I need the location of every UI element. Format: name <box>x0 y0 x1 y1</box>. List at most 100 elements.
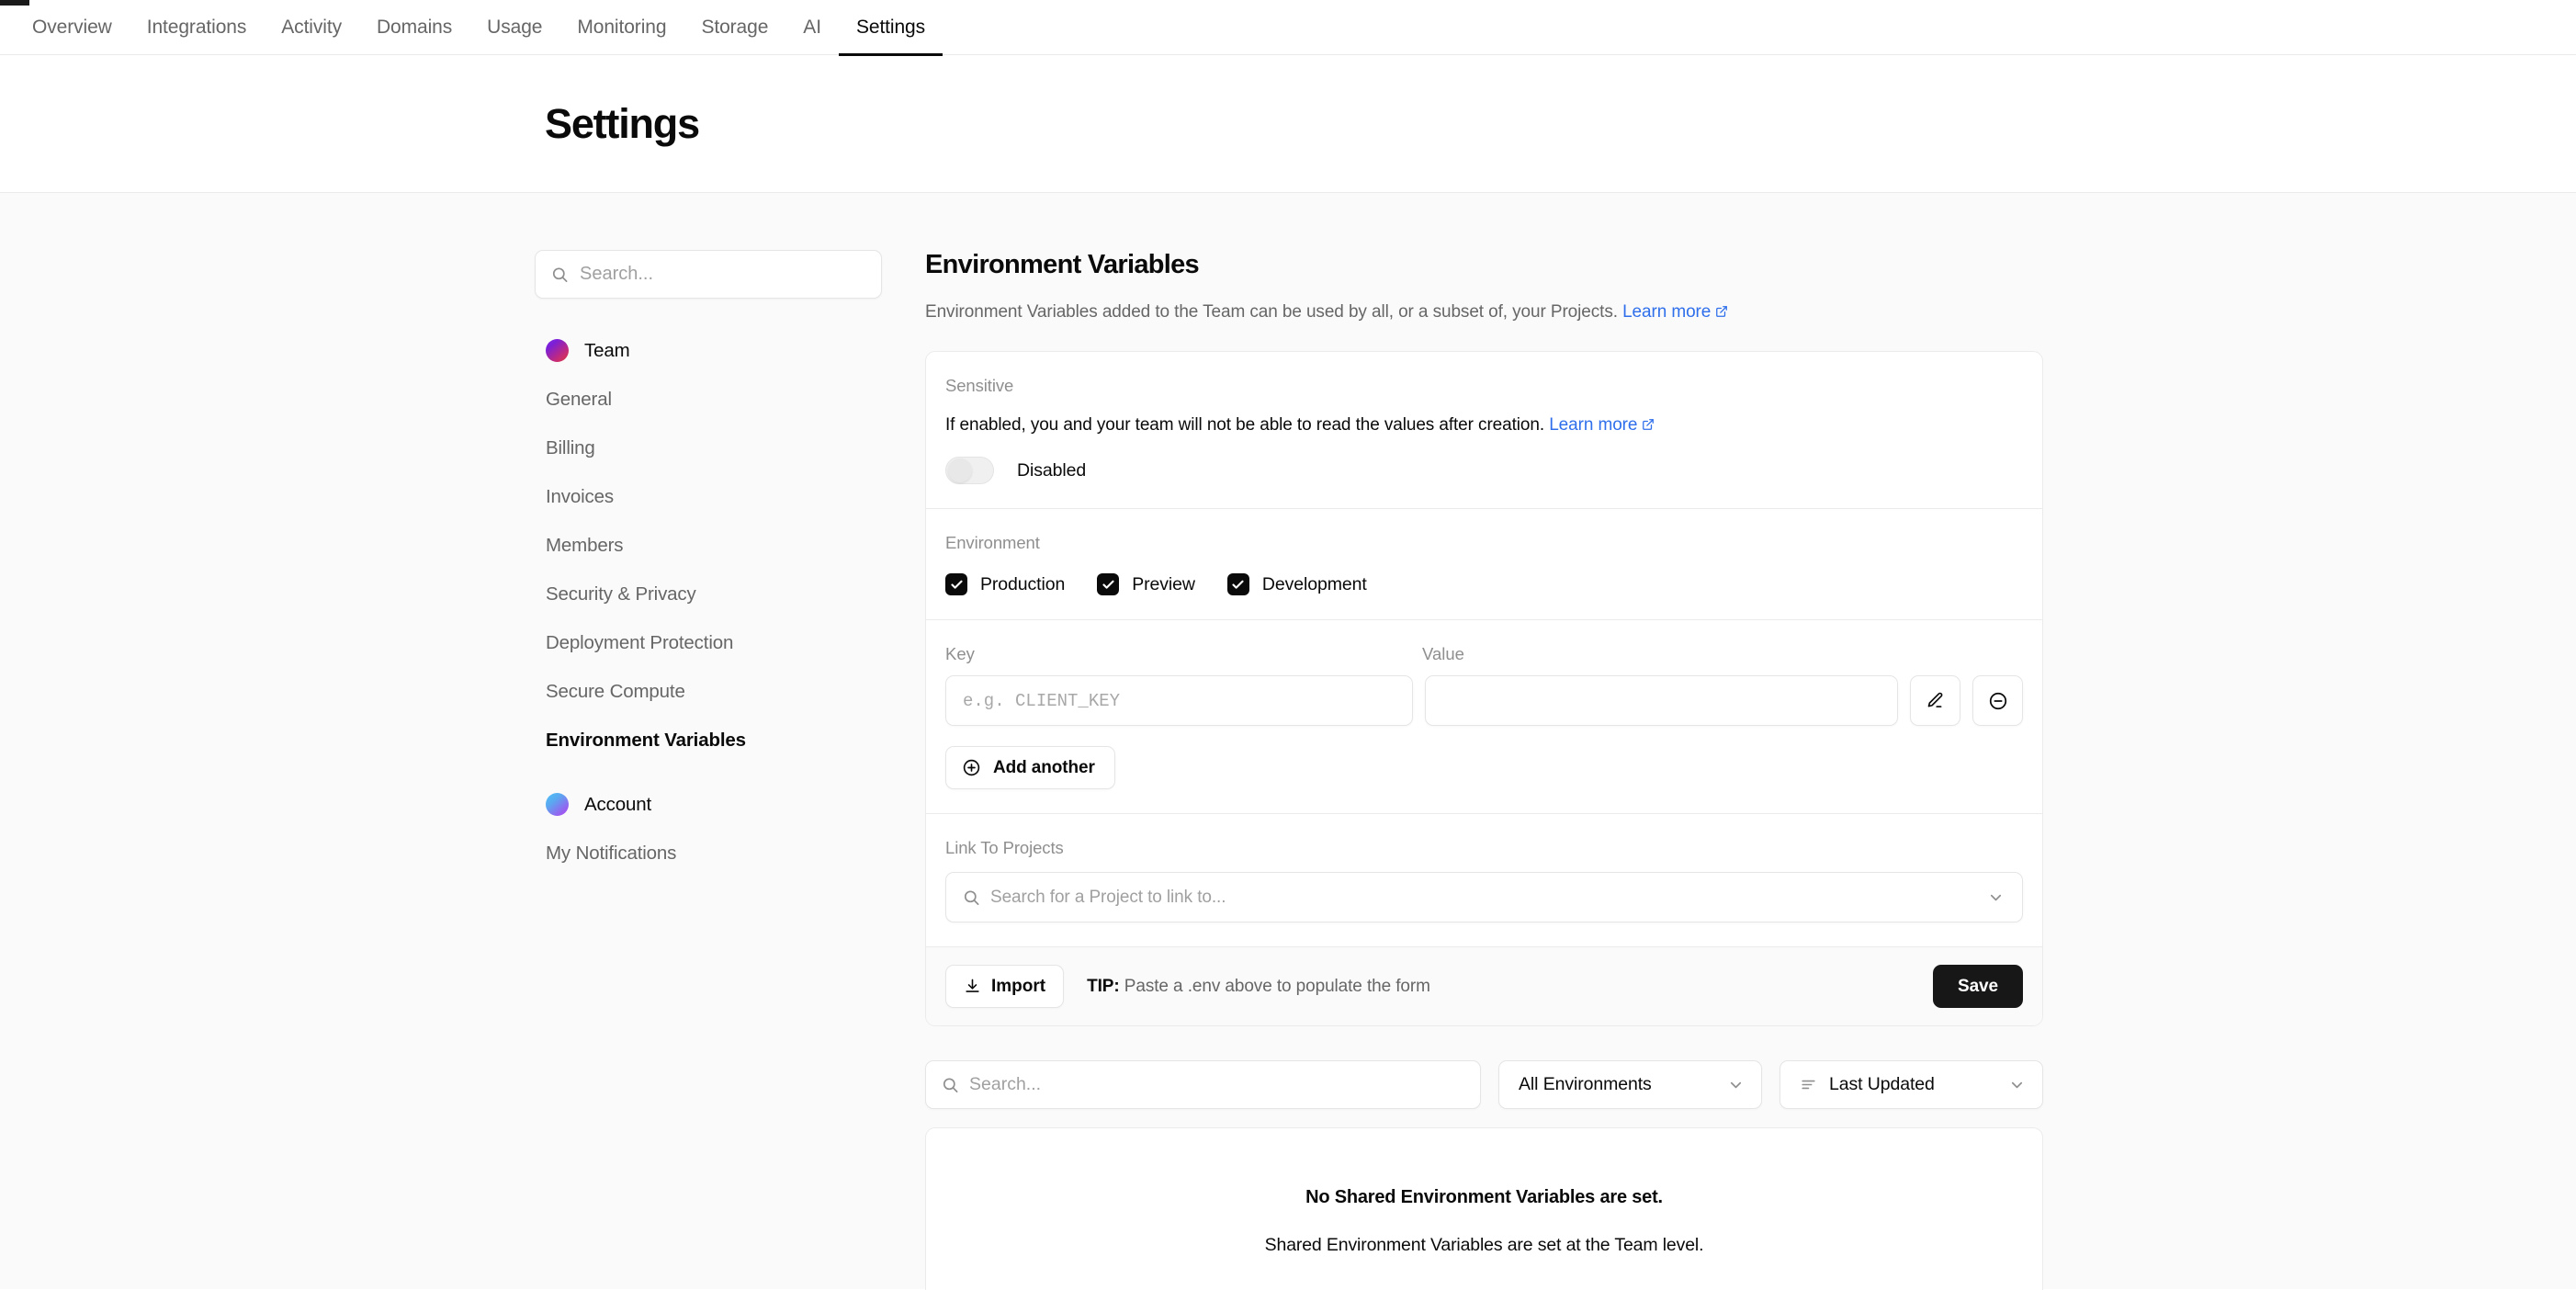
sensitive-description: If enabled, you and your team will not b… <box>945 415 2023 436</box>
remove-variable-button[interactable] <box>1972 675 2023 726</box>
team-avatar <box>546 339 569 362</box>
sidebar-item-label: Billing <box>546 436 595 458</box>
sidebar-list: Team General Billing Invoices Members Se… <box>535 326 882 877</box>
external-link-icon <box>1716 306 1728 317</box>
sort-filter-value: Last Updated <box>1829 1074 1935 1094</box>
key-input[interactable] <box>963 690 1395 711</box>
external-link-icon <box>1643 419 1655 430</box>
sensitive-label: Sensitive <box>945 376 1014 395</box>
nav-tab-overview[interactable]: Overview <box>15 0 130 55</box>
sidebar-item-label: Members <box>546 534 624 556</box>
add-another-label: Add another <box>993 757 1095 777</box>
checkbox-preview[interactable]: Preview <box>1097 573 1195 595</box>
sidebar-item-secure-compute[interactable]: Secure Compute <box>535 667 882 716</box>
import-button[interactable]: Import <box>945 965 1065 1008</box>
sort-icon <box>1802 1080 1815 1090</box>
tip-body: Paste a .env above to populate the form <box>1124 976 1430 996</box>
checkbox-production[interactable]: Production <box>945 573 1065 595</box>
sidebar-item-label: Security & Privacy <box>546 583 696 605</box>
sidebar-item-billing[interactable]: Billing <box>535 424 882 472</box>
nav-tab-storage[interactable]: Storage <box>684 0 785 55</box>
empty-state-subtitle: Shared Environment Variables are set at … <box>1264 1235 1704 1255</box>
save-button[interactable]: Save <box>1933 965 2023 1008</box>
content-layout: Team General Billing Invoices Members Se… <box>535 250 2043 1290</box>
sensitive-toggle-state: Disabled <box>1017 459 1087 481</box>
learn-more-link[interactable]: Learn more <box>1622 302 1728 322</box>
key-value-section: Key Value e.g. CLIENT_KEY Add another <box>926 619 2042 813</box>
nav-tab-settings[interactable]: Settings <box>838 0 943 56</box>
learn-more-label: Learn more <box>1549 415 1638 435</box>
sidebar-item-members[interactable]: Members <box>535 521 882 570</box>
sidebar-group-team[interactable]: Team <box>535 326 882 375</box>
checkbox-development[interactable]: Development <box>1226 573 1367 595</box>
check-icon <box>950 580 963 589</box>
environment-section: Environment Production Preview Developme… <box>926 508 2042 619</box>
sidebar-item-deployment-protection[interactable]: Deployment Protection <box>535 618 882 667</box>
project-search-placeholder: Search for a Project to link to... <box>990 887 1226 907</box>
nav-tab-label: Domains <box>376 16 453 38</box>
nav-tab-label: AI <box>803 16 821 38</box>
search-icon <box>964 889 979 905</box>
sensitive-learn-more-link[interactable]: Learn more <box>1549 415 1655 435</box>
settings-sidebar: Team General Billing Invoices Members Se… <box>535 250 882 1289</box>
variables-search-input[interactable] <box>969 1074 1429 1095</box>
page-title-band: Settings <box>0 55 2576 193</box>
tip-prefix: TIP: <box>1087 976 1120 996</box>
key-column-label: Key <box>945 644 975 663</box>
nav-tab-label: Integrations <box>146 16 247 38</box>
search-icon <box>552 266 568 282</box>
sidebar-item-environment-variables[interactable]: Environment Variables <box>535 716 882 764</box>
main-content: Environment Variables Environment Variab… <box>882 250 2043 1290</box>
nav-tab-integrations[interactable]: Integrations <box>130 0 265 55</box>
variables-filter-row: All Environments Last Updated <box>925 1060 2043 1109</box>
empty-state-title: No Shared Environment Variables are set. <box>1305 1187 1663 1207</box>
edit-value-button[interactable] <box>1910 675 1960 726</box>
tip-text: TIP: Paste a .env above to populate the … <box>1087 977 1430 997</box>
value-input-wrapper[interactable] <box>1425 675 1898 726</box>
checkbox-box <box>945 573 967 595</box>
sidebar-item-label: Environment Variables <box>546 729 746 751</box>
add-another-button[interactable]: Add another <box>945 746 1115 789</box>
value-input[interactable] <box>1442 690 1881 711</box>
nav-tab-label: Usage <box>487 16 543 38</box>
sidebar-item-general[interactable]: General <box>535 375 882 424</box>
nav-tab-label: Overview <box>32 16 112 38</box>
search-icon <box>943 1077 958 1092</box>
env-var-form-card: Sensitive If enabled, you and your team … <box>925 351 2043 1026</box>
sidebar-item-label: Account <box>584 793 652 815</box>
nav-tab-usage[interactable]: Usage <box>469 0 559 55</box>
key-value-row <box>945 675 2023 726</box>
checkbox-label: Development <box>1261 573 1367 594</box>
sensitive-toggle[interactable] <box>945 457 994 484</box>
nav-tab-label: Monitoring <box>577 16 667 38</box>
nav-tab-domains[interactable]: Domains <box>359 0 469 55</box>
sidebar-item-label: General <box>546 388 612 410</box>
sidebar-search[interactable] <box>535 250 882 299</box>
chevron-down-icon <box>2011 1081 2023 1088</box>
nav-tab-ai[interactable]: AI <box>785 0 839 55</box>
nav-tab-activity[interactable]: Activity <box>264 0 359 55</box>
sidebar-item-invoices[interactable]: Invoices <box>535 472 882 521</box>
sensitive-section: Sensitive If enabled, you and your team … <box>926 352 2042 508</box>
sidebar-group-account[interactable]: Account <box>535 780 882 829</box>
sidebar-item-security-privacy[interactable]: Security & Privacy <box>535 570 882 618</box>
pencil-icon <box>1927 692 1943 707</box>
page-body: Team General Billing Invoices Members Se… <box>0 193 2576 1290</box>
sensitive-toggle-row: Disabled <box>945 457 2023 484</box>
nav-tab-monitoring[interactable]: Monitoring <box>559 0 684 55</box>
sidebar-item-label: Team <box>584 339 630 361</box>
sidebar-item-my-notifications[interactable]: My Notifications <box>535 829 882 877</box>
sort-filter-select[interactable]: Last Updated <box>1779 1060 2043 1109</box>
key-input-wrapper[interactable] <box>945 675 1413 726</box>
environment-filter-select[interactable]: All Environments <box>1498 1060 1762 1109</box>
empty-state-card: No Shared Environment Variables are set.… <box>925 1127 2043 1290</box>
link-projects-label: Link To Projects <box>945 838 1064 857</box>
checkbox-label: Preview <box>1132 573 1195 594</box>
account-avatar <box>546 793 569 816</box>
nav-tab-label: Storage <box>701 16 769 38</box>
project-search-select[interactable]: Search for a Project to link to... <box>945 872 2023 922</box>
environment-label: Environment <box>945 533 1040 552</box>
variables-search[interactable] <box>925 1060 1481 1109</box>
sidebar-search-input[interactable] <box>580 264 857 285</box>
environment-checkbox-row: Production Preview Development <box>945 573 2023 595</box>
